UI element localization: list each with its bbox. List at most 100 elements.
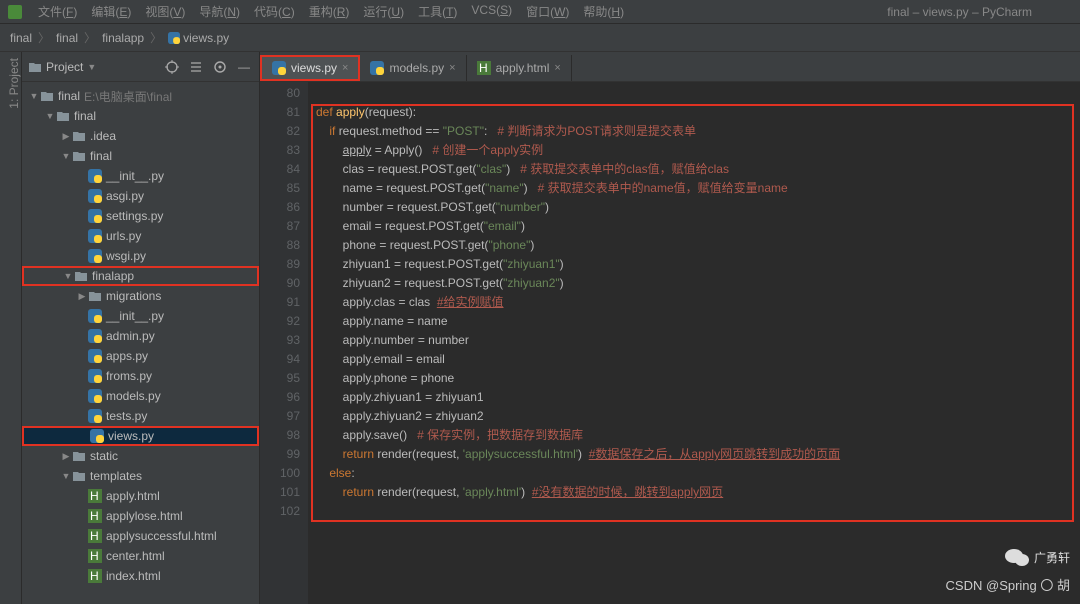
tree-twisty[interactable]: ▶ <box>60 131 72 142</box>
menu-item[interactable]: 窗口(W) <box>520 1 575 22</box>
menu-item[interactable]: 视图(V) <box>139 1 191 22</box>
code-editor[interactable]: 8081828384858687888990919293949596979899… <box>260 82 1080 604</box>
tree-node[interactable]: admin.py <box>22 326 259 346</box>
folder-icon <box>72 149 86 163</box>
tree-node[interactable]: ▼finalapp <box>22 266 259 286</box>
project-title: Project <box>46 60 83 74</box>
tree-node[interactable]: ▶ migrations <box>22 286 259 306</box>
menu-item[interactable]: VCS(S) <box>465 1 518 22</box>
tree-node[interactable]: ▶.idea <box>22 126 259 146</box>
tree-node[interactable]: __init__.py <box>22 306 259 326</box>
tree-twisty[interactable]: ▼ <box>60 151 72 161</box>
expand-icon[interactable] <box>187 58 205 76</box>
tree-node[interactable]: tests.py <box>22 406 259 426</box>
tree-node[interactable]: apply.html <box>22 486 259 506</box>
tree-path: E:\电脑桌面\final <box>84 88 172 105</box>
breadcrumb-item[interactable]: final <box>56 31 78 45</box>
tree-node[interactable]: models.py <box>22 386 259 406</box>
editor-tab[interactable]: models.py× <box>360 55 466 81</box>
close-icon[interactable]: × <box>342 62 348 74</box>
breadcrumb-item[interactable]: final <box>10 31 32 45</box>
py-icon <box>88 349 102 363</box>
tree-node[interactable]: ▶ static <box>22 446 259 466</box>
py-icon <box>88 169 102 183</box>
py-icon <box>88 369 102 383</box>
project-header: Project ▼ — <box>22 52 259 82</box>
menu-item[interactable]: 运行(U) <box>357 1 410 22</box>
tree-label: migrations <box>106 289 161 303</box>
close-icon[interactable]: × <box>554 62 560 74</box>
sidebar-gutter[interactable]: 1: Project <box>0 52 22 604</box>
close-icon[interactable]: × <box>449 62 455 74</box>
py-icon <box>88 189 102 203</box>
folder-icon <box>40 89 54 103</box>
editor-tab[interactable]: apply.html× <box>467 55 572 81</box>
tree-label: templates <box>90 469 142 483</box>
py-icon <box>88 209 102 223</box>
tree-node[interactable]: applysuccessful.html <box>22 526 259 546</box>
tree-label: static <box>90 449 118 463</box>
tree-label: froms.py <box>106 369 152 383</box>
menu-item[interactable]: 文件(F) <box>32 1 83 22</box>
tree-label: center.html <box>106 549 165 563</box>
tree-node[interactable]: asgi.py <box>22 186 259 206</box>
tree-node[interactable]: index.html <box>22 566 259 586</box>
project-panel: Project ▼ — ▼finalE:\电脑桌面\final▼final▶.i… <box>22 52 260 604</box>
tree-node[interactable]: wsgi.py <box>22 246 259 266</box>
py-icon <box>88 249 102 263</box>
project-tree: ▼finalE:\电脑桌面\final▼final▶.idea▼final__i… <box>22 82 259 604</box>
tree-twisty[interactable]: ▶ <box>76 291 88 302</box>
tree-node[interactable]: applylose.html <box>22 506 259 526</box>
settings-icon[interactable] <box>211 58 229 76</box>
tree-node[interactable]: urls.py <box>22 226 259 246</box>
main-menu: 文件(F)编辑(E)视图(V)导航(N)代码(C)重构(R)运行(U)工具(T)… <box>32 1 630 22</box>
menu-item[interactable]: 重构(R) <box>303 1 356 22</box>
html-icon <box>88 509 102 523</box>
breadcrumb: final〉final〉finalapp〉views.py <box>0 24 1080 52</box>
locate-icon[interactable] <box>163 58 181 76</box>
tree-node[interactable]: views.py <box>22 426 259 446</box>
tree-node[interactable]: ▼finalE:\电脑桌面\final <box>22 86 259 106</box>
window-title: final – views.py – PyCharm <box>887 5 1032 19</box>
tree-label: asgi.py <box>106 189 144 203</box>
tree-node[interactable]: ▼final <box>22 106 259 126</box>
tree-label: tests.py <box>106 409 147 423</box>
py-icon <box>88 409 102 423</box>
tree-node[interactable]: settings.py <box>22 206 259 226</box>
tree-label: apply.html <box>106 489 160 503</box>
py-icon <box>88 389 102 403</box>
dropdown-icon[interactable]: ▼ <box>87 62 96 72</box>
tree-label: final <box>90 149 112 163</box>
tree-node[interactable]: __init__.py <box>22 166 259 186</box>
menu-item[interactable]: 工具(T) <box>412 1 463 22</box>
breadcrumb-sep: 〉 <box>84 29 96 46</box>
tree-node[interactable]: ▼ templates <box>22 466 259 486</box>
tree-twisty[interactable]: ▼ <box>60 471 72 481</box>
menu-item[interactable]: 代码(C) <box>248 1 301 22</box>
breadcrumb-item[interactable]: views.py <box>168 31 229 45</box>
breadcrumb-item[interactable]: finalapp <box>102 31 144 45</box>
menu-item[interactable]: 导航(N) <box>193 1 246 22</box>
py-icon <box>88 309 102 323</box>
html-icon <box>88 549 102 563</box>
menu-item[interactable]: 帮助(H) <box>577 1 630 22</box>
tree-twisty[interactable]: ▼ <box>44 111 56 121</box>
project-icon <box>28 60 42 74</box>
code-content[interactable]: def apply(request): if request.method ==… <box>308 82 1080 604</box>
tree-twisty[interactable]: ▶ <box>60 451 72 462</box>
tree-node[interactable]: apps.py <box>22 346 259 366</box>
tree-label: applysuccessful.html <box>106 529 217 543</box>
menu-item[interactable]: 编辑(E) <box>85 1 137 22</box>
tree-label: __init__.py <box>106 309 164 323</box>
tree-node[interactable]: center.html <box>22 546 259 566</box>
tree-twisty[interactable]: ▼ <box>28 91 40 101</box>
tree-twisty[interactable]: ▼ <box>62 271 74 281</box>
folder-icon <box>72 449 86 463</box>
tree-node[interactable]: ▼ final <box>22 146 259 166</box>
folder-icon <box>56 109 70 123</box>
tree-node[interactable]: froms.py <box>22 366 259 386</box>
editor-tab[interactable]: views.py× <box>260 55 360 81</box>
tree-label: apps.py <box>106 349 148 363</box>
folder-icon <box>88 289 102 303</box>
hide-button[interactable]: — <box>235 58 253 76</box>
